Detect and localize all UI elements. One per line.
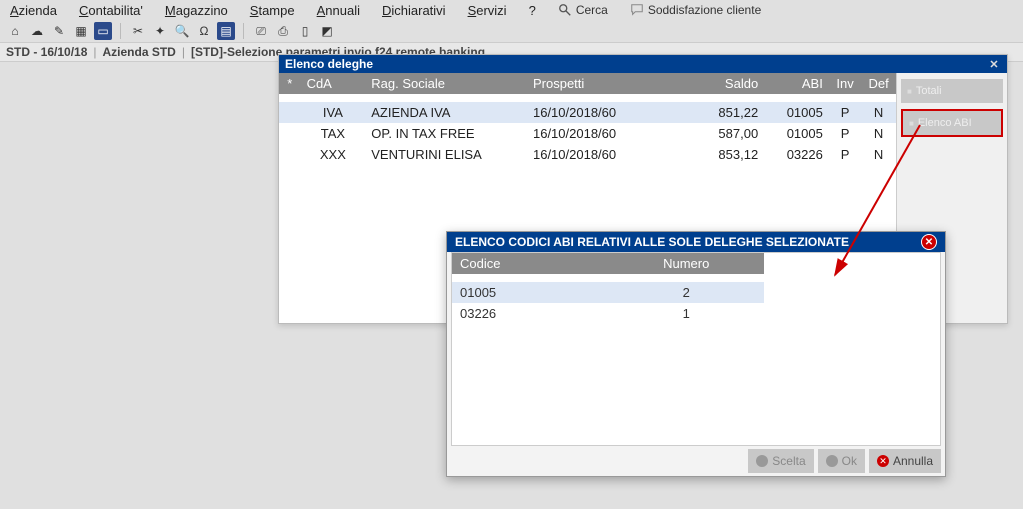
window-titlebar[interactable]: Elenco deleghe ✕ (279, 55, 1007, 73)
cell-rag: VENTURINI ELISA (365, 144, 527, 165)
tb-search-icon[interactable]: 🔍 (173, 22, 191, 40)
menu-azienda[interactable]: Azienda (10, 3, 57, 18)
popup-title: ELENCO CODICI ABI RELATIVI ALLE SOLE DEL… (455, 235, 849, 249)
menu-contabilita[interactable]: Contabilita' (79, 3, 143, 18)
toolbar: ⌂ ☁ ✎ ▦ ▭ ✂ ✦ 🔍 Ω ▤ ⎚ ⎙ ▯ ◩ (0, 20, 1023, 42)
popup-body: Codice Numero 01005 2 03226 1 (451, 252, 941, 446)
menu-dichiarativi[interactable]: Dichiarativi (382, 3, 446, 18)
cell-abi: 03226 (764, 144, 829, 165)
col-numero[interactable]: Numero (608, 253, 764, 274)
tb-calc-icon[interactable]: ▤ (217, 22, 235, 40)
cell-prospetti: 16/10/2018/60 (527, 123, 678, 144)
abi-table: Codice Numero 01005 2 03226 1 (452, 253, 764, 324)
menu-magazzino[interactable]: Magazzino (165, 3, 228, 18)
annulla-button[interactable]: ✕Annulla (869, 449, 941, 473)
deleghe-table: * CdA Rag. Sociale Prospetti Saldo ABI I… (279, 73, 896, 165)
window-title: Elenco deleghe (285, 57, 373, 71)
search-icon (558, 3, 572, 17)
cell-codice: 03226 (452, 303, 608, 324)
menu-stampe[interactable]: Stampe (250, 3, 295, 18)
breadcrumb-divider-1: | (93, 45, 96, 59)
cell-inv: P (829, 144, 861, 165)
cell-codice: 01005 (452, 282, 608, 303)
cell-rag: OP. IN TAX FREE (365, 123, 527, 144)
tb-monitor-icon[interactable]: ⎚ (252, 22, 270, 40)
cell-rag: AZIENDA IVA (365, 102, 527, 123)
popup-close-icon[interactable]: ✕ (921, 234, 937, 250)
col-prospetti[interactable]: Prospetti (527, 73, 678, 94)
tb-wand-icon[interactable]: ✦ (151, 22, 169, 40)
toolbar-separator-1 (120, 23, 121, 39)
chat-icon (630, 3, 644, 17)
cell-saldo: 853,12 (678, 144, 764, 165)
menu-help[interactable]: ? (529, 3, 536, 18)
cell-abi: 01005 (764, 123, 829, 144)
col-cda[interactable]: CdA (301, 73, 366, 94)
cancel-icon: ✕ (877, 455, 889, 467)
cell-def: N (861, 144, 896, 165)
col-rag[interactable]: Rag. Sociale (365, 73, 527, 94)
bullet-icon (756, 455, 768, 467)
cell-prospetti: 16/10/2018/60 (527, 144, 678, 165)
tb-home-icon[interactable]: ⌂ (6, 22, 24, 40)
col-abi[interactable]: ABI (764, 73, 829, 94)
table-row[interactable]: IVA AZIENDA IVA 16/10/2018/60 851,22 010… (279, 102, 896, 123)
cell-cda: TAX (301, 123, 366, 144)
cell-saldo: 587,00 (678, 123, 764, 144)
tb-tag-icon[interactable]: ◩ (318, 22, 336, 40)
cell-cda: XXX (301, 144, 366, 165)
cell-abi: 01005 (764, 102, 829, 123)
tb-grid-icon[interactable]: ▦ (72, 22, 90, 40)
tb-cut-icon[interactable]: ✂ (129, 22, 147, 40)
menu-servizi[interactable]: Servizi (468, 3, 507, 18)
breadcrumb-part2: Azienda STD (103, 45, 176, 59)
cell-numero: 2 (608, 282, 764, 303)
menu-satisfaction-label: Soddisfazione cliente (648, 3, 761, 17)
table-row[interactable]: 01005 2 (452, 282, 764, 303)
cell-inv: P (829, 123, 861, 144)
ok-button[interactable]: Ok (818, 449, 865, 473)
cell-numero: 1 (608, 303, 764, 324)
popup-footer: Scelta Ok ✕Annulla (447, 446, 945, 476)
menu-annuali[interactable]: Annuali (317, 3, 360, 18)
tb-print-icon[interactable]: ⎙ (274, 22, 292, 40)
col-saldo[interactable]: Saldo (678, 73, 764, 94)
menu-bar: Azienda Contabilita' Magazzino Stampe An… (0, 0, 1023, 20)
table-row[interactable]: 03226 1 (452, 303, 764, 324)
cell-def: N (861, 123, 896, 144)
table-row[interactable]: TAX OP. IN TAX FREE 16/10/2018/60 587,00… (279, 123, 896, 144)
menu-search[interactable]: Cerca (558, 3, 608, 17)
menu-search-label: Cerca (576, 3, 608, 17)
scelta-button[interactable]: Scelta (748, 449, 813, 473)
col-inv[interactable]: Inv (829, 73, 861, 94)
side-elenco-abi-button[interactable]: Elenco ABI (901, 109, 1003, 137)
col-marker[interactable]: * (279, 73, 301, 94)
breadcrumb-part1: STD - 16/10/18 (6, 45, 87, 59)
menu-satisfaction[interactable]: Soddisfazione cliente (630, 3, 761, 17)
tb-headset-icon[interactable]: Ω (195, 22, 213, 40)
breadcrumb-divider-2: | (182, 45, 185, 59)
bullet-icon (826, 455, 838, 467)
cell-inv: P (829, 102, 861, 123)
popup-elenco-abi: ELENCO CODICI ABI RELATIVI ALLE SOLE DEL… (446, 231, 946, 477)
cell-prospetti: 16/10/2018/60 (527, 102, 678, 123)
table-row[interactable]: XXX VENTURINI ELISA 16/10/2018/60 853,12… (279, 144, 896, 165)
tb-cloud-icon[interactable]: ☁ (28, 22, 46, 40)
col-def[interactable]: Def (861, 73, 896, 94)
tb-screen-icon[interactable]: ▭ (94, 22, 112, 40)
toolbar-separator-2 (243, 23, 244, 39)
cell-cda: IVA (301, 102, 366, 123)
close-icon[interactable]: ✕ (987, 57, 1001, 71)
cell-def: N (861, 102, 896, 123)
col-codice[interactable]: Codice (452, 253, 608, 274)
side-totali-button[interactable]: Totali (901, 79, 1003, 103)
tb-folder-icon[interactable]: ✎ (50, 22, 68, 40)
popup-titlebar[interactable]: ELENCO CODICI ABI RELATIVI ALLE SOLE DEL… (447, 232, 945, 252)
tb-window-icon[interactable]: ▯ (296, 22, 314, 40)
cell-saldo: 851,22 (678, 102, 764, 123)
